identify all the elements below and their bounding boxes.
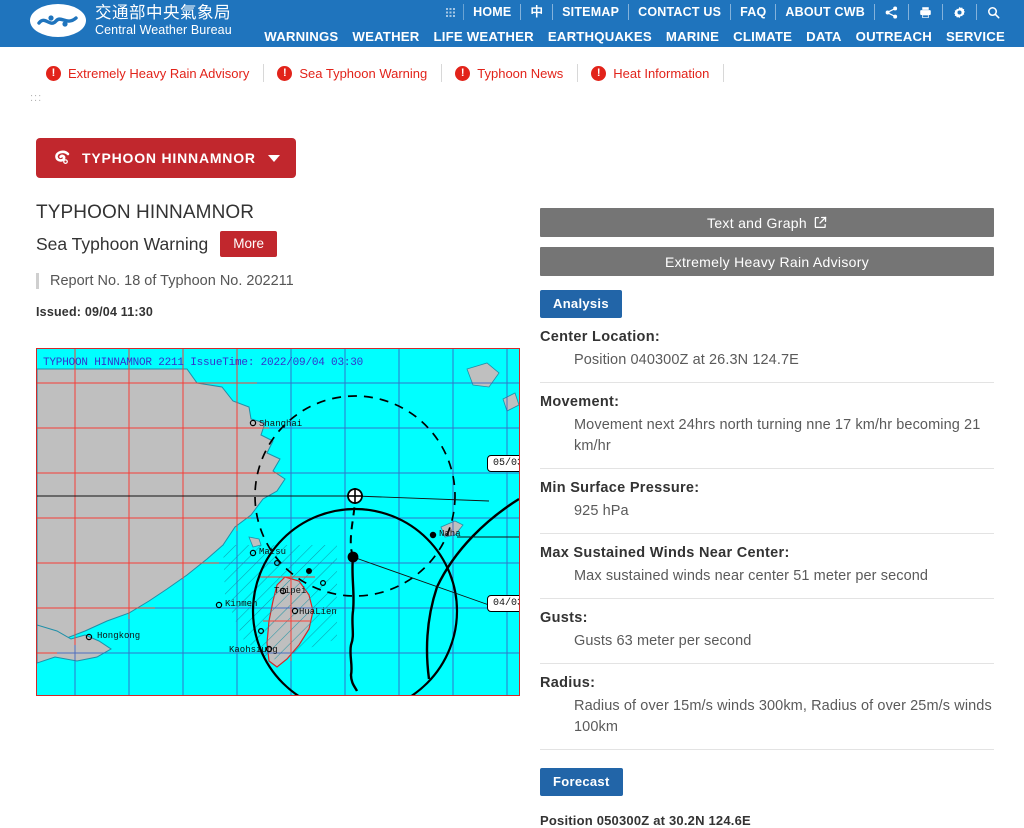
heavy-rain-advisory-label: Extremely Heavy Rain Advisory: [665, 253, 869, 270]
top-nav-home[interactable]: HOME: [464, 4, 522, 20]
chevron-down-icon: [267, 154, 280, 162]
main-nav-service[interactable]: SERVICE: [939, 29, 1012, 44]
report-subtitle: Sea Typhoon Warning: [36, 233, 209, 254]
map-title: TYPHOON HINNAMNOR 2211 IssueTime: 2022/0…: [43, 357, 364, 369]
alert-circle-icon: !: [277, 65, 293, 81]
typhoon-track-map[interactable]: TYPHOON HINNAMNOR 2211 IssueTime: 2022/0…: [36, 348, 520, 696]
warning-item-sea-typhoon-warning[interactable]: ! Sea Typhoon Warning: [277, 64, 443, 82]
warning-bar: ! Extremely Heavy Rain Advisory ! Sea Ty…: [0, 59, 1024, 87]
site-logo[interactable]: 交通部中央氣象局 Central Weather Bureau: [30, 4, 232, 37]
main-nav-earthquakes[interactable]: EARTHQUAKES: [541, 29, 659, 44]
main-nav-data[interactable]: DATA: [799, 29, 848, 44]
info-row-gusts: Gusts: Gusts 63 meter per second: [540, 599, 994, 665]
alert-circle-icon: !: [591, 65, 607, 81]
map-place-label-shanghai: Shanghai: [259, 419, 303, 429]
warning-item-extremely-heavy-rain[interactable]: ! Extremely Heavy Rain Advisory: [46, 64, 265, 82]
warning-label: Typhoon News: [477, 65, 564, 81]
issued-time: Issued: 09/04 11:30: [36, 305, 154, 319]
external-link-icon: [814, 216, 827, 229]
main-nav: WARNINGS WEATHER LIFE WEATHER EARTHQUAKE…: [257, 25, 1012, 47]
print-icon[interactable]: [909, 4, 943, 20]
main-nav-outreach[interactable]: OUTREACH: [849, 29, 939, 44]
warning-label: Sea Typhoon Warning: [299, 65, 428, 81]
main-nav-life-weather[interactable]: LIFE WEATHER: [427, 29, 541, 44]
text-and-graph-label: Text and Graph: [707, 214, 807, 231]
map-date-label-0503: 05/03: [487, 455, 519, 472]
alert-circle-icon: !: [455, 65, 471, 81]
map-canvas: [37, 349, 519, 695]
typhoon-spiral-icon: [55, 150, 70, 164]
map-place-label-hongkong: Hongkong: [97, 631, 141, 641]
info-row-movement: Movement: Movement next 24hrs north turn…: [540, 383, 994, 470]
extremely-heavy-rain-advisory-button[interactable]: Extremely Heavy Rain Advisory: [540, 247, 994, 276]
typhoon-selector-dropdown[interactable]: TYPHOON HINNAMNOR: [36, 138, 296, 178]
info-row-max-sustained-winds: Max Sustained Winds Near Center: Max sus…: [540, 534, 994, 600]
current-center-marker: [347, 551, 359, 563]
info-row-center-location: Center Location: Position 040300Z at 26.…: [540, 318, 994, 384]
info-row-key: Movement:: [540, 394, 620, 411]
typhoon-selector-label: TYPHOON HINNAMNOR: [82, 150, 256, 166]
top-nav-sitemap[interactable]: SITEMAP: [553, 4, 630, 20]
warning-label: Heat Information: [613, 65, 710, 81]
report-header: TYPHOON HINNAMNOR Sea Typhoon Warning Mo…: [36, 202, 520, 319]
map-place-label-matsu: Matsu: [259, 547, 287, 557]
main-nav-climate[interactable]: CLIMATE: [726, 29, 799, 44]
map-place-label-hualien: HuaLien: [299, 607, 337, 617]
share-icon[interactable]: [875, 4, 909, 20]
map-place-label-taipei: Taipei: [274, 586, 307, 596]
info-row-radius: Radius: Radius of over 15m/s winds 300km…: [540, 664, 994, 751]
tab-analysis[interactable]: Analysis: [540, 290, 622, 318]
info-row-value: Radius of over 15m/s winds 300km, Radius…: [574, 698, 992, 736]
alert-circle-icon: !: [46, 65, 61, 81]
top-utility-nav: HOME 中 SITEMAP CONTACT US FAQ ABOUT CWB: [442, 0, 1010, 24]
search-icon[interactable]: [977, 4, 1010, 20]
site-header: 交通部中央氣象局 Central Weather Bureau HOME 中 S…: [0, 0, 1024, 47]
info-row-value: Position 040300Z at 26.3N 124.7E: [574, 352, 799, 368]
map-place-label-kaohsiung: Kaohsiung: [229, 645, 278, 655]
page-grip-dots-icon[interactable]: :::: [30, 93, 42, 104]
info-row-value: Max sustained winds near center 51 meter…: [574, 568, 929, 585]
info-row-key: Max Sustained Winds Near Center:: [540, 545, 790, 562]
logo-title-en: Central Weather Bureau: [95, 22, 232, 37]
typhoon-info-panel: Text and Graph Extremely Heavy Rain Advi…: [540, 208, 994, 828]
main-nav-weather[interactable]: WEATHER: [345, 29, 426, 44]
report-number: Report No. 18 of Typhoon No. 202211: [36, 273, 520, 289]
forecast-position: Position 050300Z at 30.2N 124.6E: [540, 813, 751, 828]
cwb-wave-logo-icon: [30, 4, 86, 37]
warning-item-typhoon-news[interactable]: ! Typhoon News: [455, 64, 579, 82]
info-row-key: Radius:: [540, 675, 596, 692]
grip-dots-icon[interactable]: [442, 4, 465, 20]
info-row-value: Gusts 63 meter per second: [574, 633, 752, 650]
map-place-label-naha: Naha: [439, 529, 461, 539]
info-row-min-surface-pressure: Min Surface Pressure: 925 hPa: [540, 469, 994, 535]
warning-item-heat-information[interactable]: ! Heat Information: [591, 64, 725, 82]
more-button[interactable]: More: [220, 231, 277, 257]
info-row-value: Movement next 24hrs north turning nne 17…: [574, 417, 981, 455]
tab-forecast[interactable]: Forecast: [540, 768, 623, 797]
info-row-value: 925 hPa: [574, 503, 629, 520]
top-nav-faq[interactable]: FAQ: [731, 4, 777, 20]
map-place-label-kinmen: Kinmen: [225, 599, 258, 609]
main-nav-warnings[interactable]: WARNINGS: [257, 29, 345, 44]
info-row-key: Min Surface Pressure:: [540, 480, 700, 497]
warning-label: Extremely Heavy Rain Advisory: [68, 65, 250, 81]
top-nav-about-cwb[interactable]: ABOUT CWB: [776, 4, 875, 20]
logo-title-cn: 交通部中央氣象局: [95, 4, 231, 23]
page-title: TYPHOON HINNAMNOR: [36, 202, 255, 223]
top-nav-contact-us[interactable]: CONTACT US: [629, 4, 732, 20]
main-nav-marine[interactable]: MARINE: [659, 29, 726, 44]
map-date-label-0403: 04/03: [487, 595, 519, 612]
top-nav-chinese[interactable]: 中: [521, 4, 554, 20]
info-row-key: Gusts:: [540, 610, 588, 627]
gear-icon[interactable]: [943, 4, 977, 20]
info-row-key: Center Location:: [540, 329, 660, 345]
text-and-graph-button[interactable]: Text and Graph: [540, 208, 994, 237]
